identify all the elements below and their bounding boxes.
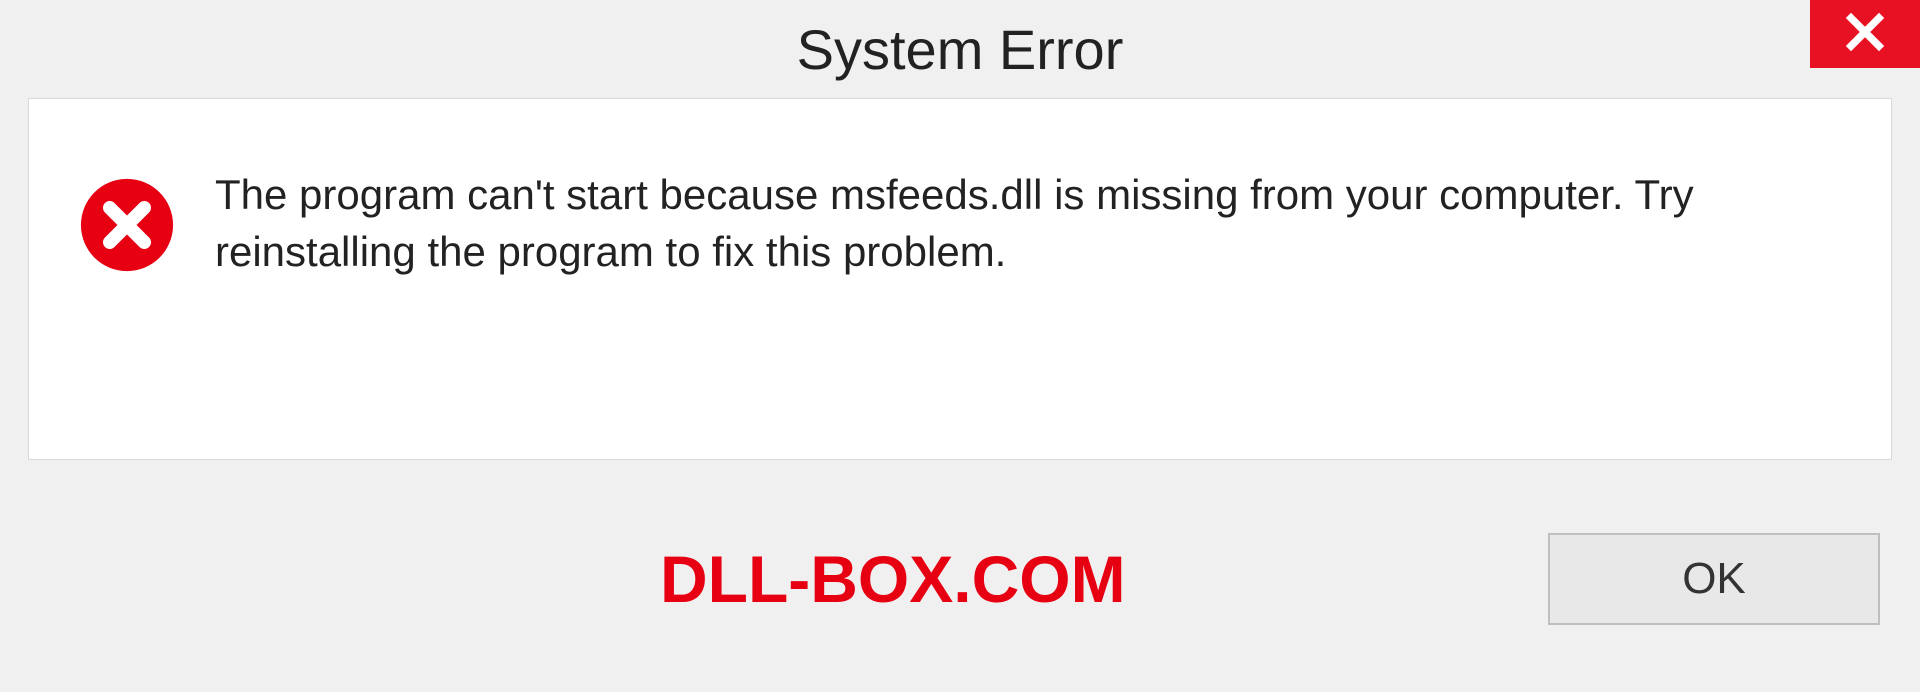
close-icon bbox=[1844, 11, 1886, 58]
error-icon bbox=[79, 177, 175, 273]
dialog-title: System Error bbox=[797, 17, 1124, 82]
close-button[interactable] bbox=[1810, 0, 1920, 68]
ok-button[interactable]: OK bbox=[1548, 533, 1880, 625]
titlebar: System Error bbox=[0, 0, 1920, 98]
content-panel: The program can't start because msfeeds.… bbox=[28, 98, 1892, 460]
error-message: The program can't start because msfeeds.… bbox=[215, 163, 1841, 280]
error-dialog: System Error The program can't start bec… bbox=[0, 0, 1920, 692]
watermark-text: DLL-BOX.COM bbox=[660, 541, 1126, 617]
dialog-footer: DLL-BOX.COM OK bbox=[0, 482, 1920, 692]
